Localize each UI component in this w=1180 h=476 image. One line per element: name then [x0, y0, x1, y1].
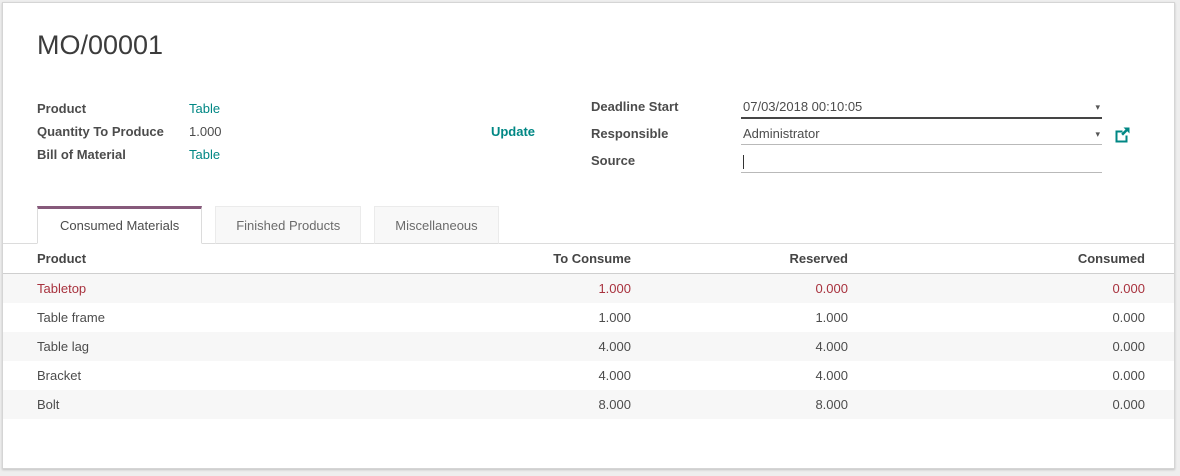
- quantity-label: Quantity To Produce: [37, 124, 189, 139]
- external-link-icon[interactable]: [1114, 126, 1131, 143]
- cell-consumed: 0.000: [848, 303, 1174, 332]
- deadline-label: Deadline Start: [591, 97, 741, 114]
- bom-label: Bill of Material: [37, 147, 189, 162]
- cell-product: Table frame: [3, 303, 503, 332]
- cell-consumed: 0.000: [848, 361, 1174, 390]
- deadline-value: 07/03/2018 00:10:05: [743, 99, 862, 114]
- table-header-row: Product To Consume Reserved Consumed: [3, 244, 1174, 274]
- column-header-consumed[interactable]: Consumed: [848, 244, 1174, 274]
- cell-consumed: 0.000: [848, 332, 1174, 361]
- column-header-reserved[interactable]: Reserved: [631, 244, 848, 274]
- cell-reserved: 8.000: [631, 390, 848, 419]
- responsible-input[interactable]: Administrator ▾: [741, 124, 1102, 145]
- cell-reserved: 4.000: [631, 332, 848, 361]
- source-input[interactable]: [741, 151, 1102, 173]
- bom-value-link[interactable]: Table: [189, 147, 220, 162]
- consumed-materials-table: Product To Consume Reserved Consumed Tab…: [3, 244, 1174, 419]
- cell-product: Bolt: [3, 390, 503, 419]
- cell-product: Tabletop: [3, 274, 503, 304]
- cell-consumed: 0.000: [848, 390, 1174, 419]
- form-fields: Product Table Quantity To Produce 1.000 …: [37, 97, 1102, 178]
- field-row-quantity: Quantity To Produce 1.000 Update: [37, 120, 535, 143]
- cell-reserved: 1.000: [631, 303, 848, 332]
- tab-finished-products[interactable]: Finished Products: [215, 206, 361, 244]
- field-row-deadline: Deadline Start 07/03/2018 00:10:05 ▾: [591, 97, 1102, 124]
- responsible-label: Responsible: [591, 124, 741, 141]
- tab-consumed-materials[interactable]: Consumed Materials: [37, 206, 202, 244]
- cell-product: Table lag: [3, 332, 503, 361]
- table-row[interactable]: Bracket 4.000 4.000 0.000: [3, 361, 1174, 390]
- chevron-down-icon[interactable]: ▾: [1095, 102, 1100, 112]
- fields-left-column: Product Table Quantity To Produce 1.000 …: [37, 97, 535, 178]
- cell-reserved: 4.000: [631, 361, 848, 390]
- update-button[interactable]: Update: [491, 124, 535, 139]
- cell-to-consume: 1.000: [503, 274, 631, 304]
- product-value-link[interactable]: Table: [189, 101, 220, 116]
- table-row[interactable]: Bolt 8.000 8.000 0.000: [3, 390, 1174, 419]
- cell-product: Bracket: [3, 361, 503, 390]
- fields-right-column: Deadline Start 07/03/2018 00:10:05 ▾ Res…: [591, 97, 1102, 178]
- cell-to-consume: 4.000: [503, 361, 631, 390]
- cell-consumed: 0.000: [848, 274, 1174, 304]
- responsible-value: Administrator: [743, 126, 820, 141]
- field-row-bom: Bill of Material Table: [37, 143, 535, 166]
- page-title: MO/00001: [37, 29, 1174, 61]
- text-cursor: [743, 155, 744, 169]
- quantity-value: 1.000: [189, 124, 222, 139]
- notebook-tabbar: Consumed Materials Finished Products Mis…: [3, 206, 1174, 244]
- column-header-product[interactable]: Product: [3, 244, 503, 274]
- column-header-to-consume[interactable]: To Consume: [503, 244, 631, 274]
- field-row-responsible: Responsible Administrator ▾: [591, 124, 1102, 151]
- manufacturing-order-sheet: MO/00001 Product Table Quantity To Produ…: [2, 2, 1175, 469]
- table-row[interactable]: Table frame 1.000 1.000 0.000: [3, 303, 1174, 332]
- product-label: Product: [37, 101, 189, 116]
- tab-miscellaneous[interactable]: Miscellaneous: [374, 206, 498, 244]
- field-row-source: Source: [591, 151, 1102, 178]
- table-row[interactable]: Table lag 4.000 4.000 0.000: [3, 332, 1174, 361]
- cell-to-consume: 1.000: [503, 303, 631, 332]
- deadline-input[interactable]: 07/03/2018 00:10:05 ▾: [741, 97, 1102, 119]
- chevron-down-icon[interactable]: ▾: [1095, 129, 1100, 139]
- field-row-product: Product Table: [37, 97, 535, 120]
- cell-to-consume: 4.000: [503, 332, 631, 361]
- cell-reserved: 0.000: [631, 274, 848, 304]
- source-label: Source: [591, 151, 741, 168]
- cell-to-consume: 8.000: [503, 390, 631, 419]
- table-row[interactable]: Tabletop 1.000 0.000 0.000: [3, 274, 1174, 304]
